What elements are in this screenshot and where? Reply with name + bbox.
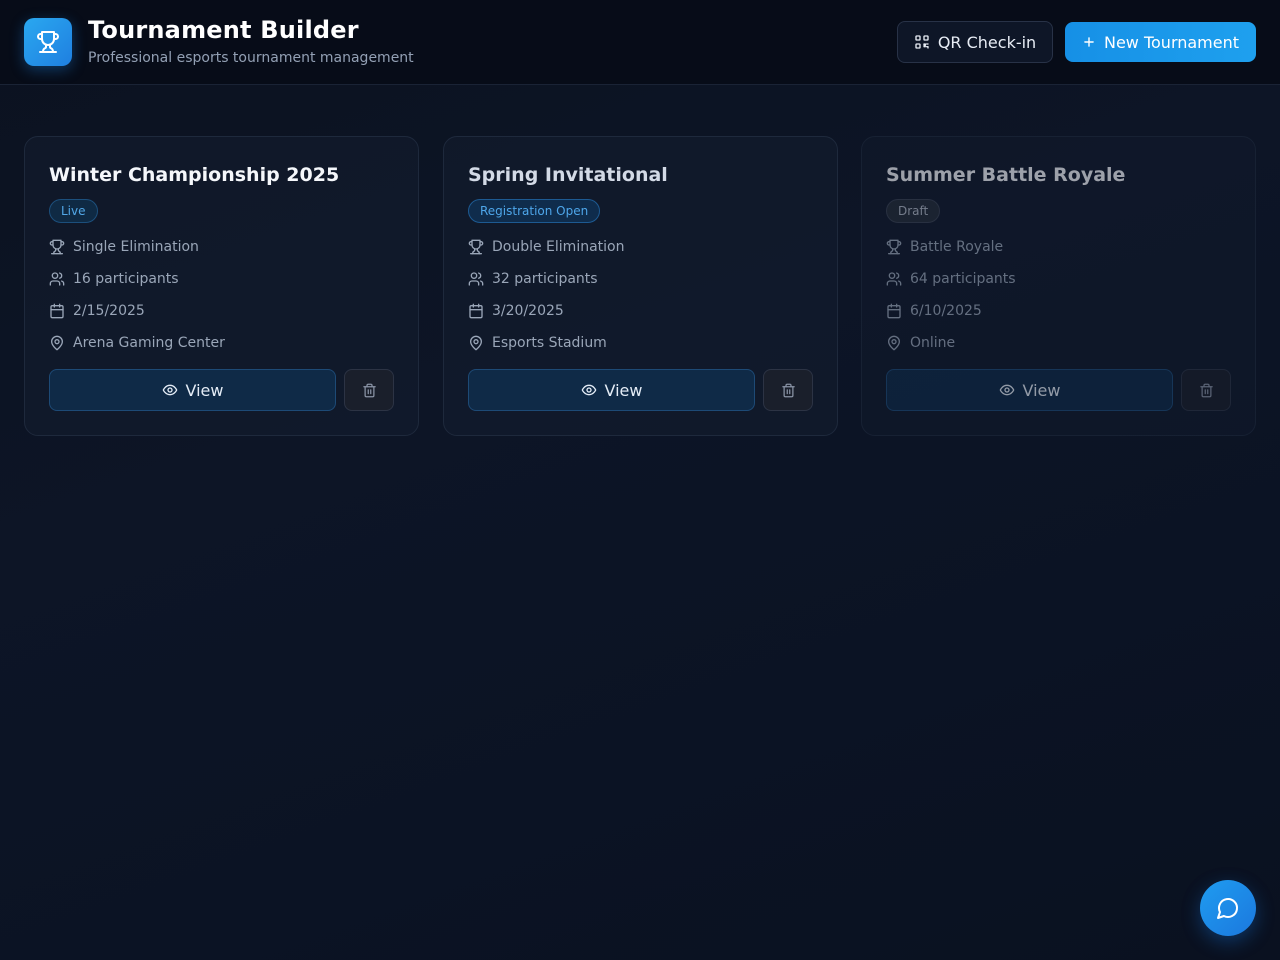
calendar-icon — [887, 303, 901, 319]
tournament-format: Double Elimination — [468, 239, 624, 255]
tournament-participants: 64 participants — [886, 271, 1016, 287]
eye-icon — [999, 384, 1014, 396]
tournament-title: Winter Championship 2025 — [49, 164, 340, 186]
qr-code-icon — [915, 35, 929, 49]
view-label: View — [185, 380, 224, 400]
map-pin-icon — [470, 335, 482, 351]
format-label: Double Elimination — [492, 239, 625, 255]
location-label: Esports Stadium — [492, 335, 607, 351]
tournament-card-summer[interactable]: Summer Battle Royale Draft Battle Royale… — [861, 136, 1256, 436]
users-icon — [886, 272, 902, 286]
app-subtitle: Professional esports tournament manageme… — [88, 50, 414, 66]
chat-button[interactable] — [1200, 880, 1256, 936]
tournament-card-winter[interactable]: Winter Championship 2025 Live Single Eli… — [24, 136, 419, 436]
trash-icon — [1199, 383, 1213, 397]
eye-icon — [581, 384, 596, 396]
view-button[interactable]: View — [886, 369, 1173, 411]
app-header: Tournament Builder Professional esports … — [0, 0, 1280, 85]
tournament-date: 3/20/2025 — [468, 303, 564, 319]
tournament-location: Arena Gaming Center — [49, 335, 225, 351]
status-badge: Registration Open — [468, 199, 601, 223]
tournament-participants: 32 participants — [468, 271, 598, 287]
app-title: Tournament Builder — [88, 16, 359, 44]
tournament-location: Esports Stadium — [468, 335, 607, 351]
tournament-format: Battle Royale — [886, 239, 1003, 255]
tournament-participants: 16 participants — [49, 271, 179, 287]
date-label: 6/10/2025 — [910, 303, 982, 319]
tournament-date: 6/10/2025 — [886, 303, 982, 319]
trophy-icon — [49, 239, 65, 255]
format-label: Single Elimination — [73, 239, 199, 255]
trophy-icon — [468, 239, 484, 255]
map-pin-icon — [888, 335, 900, 351]
map-pin-icon — [51, 335, 63, 351]
format-label: Battle Royale — [910, 239, 1004, 255]
trophy-icon — [886, 239, 902, 255]
location-label: Online — [910, 335, 956, 351]
chat-bubble-icon — [1217, 898, 1238, 919]
participants-label: 32 participants — [492, 271, 598, 287]
trash-icon — [362, 383, 376, 397]
tournament-format: Single Elimination — [49, 239, 199, 255]
users-icon — [49, 272, 65, 286]
trophy-icon — [37, 31, 59, 53]
users-icon — [468, 272, 484, 286]
trash-icon — [781, 383, 795, 397]
status-badge: Live — [49, 199, 98, 223]
tournament-location: Online — [886, 335, 955, 351]
view-label: View — [604, 380, 643, 400]
calendar-icon — [50, 303, 64, 319]
qr-checkin-button[interactable]: QR Check-in — [897, 21, 1053, 63]
eye-icon — [162, 384, 177, 396]
tournament-title: Spring Invitational — [468, 164, 668, 186]
participants-label: 64 participants — [910, 271, 1016, 287]
date-label: 2/15/2025 — [73, 303, 145, 319]
date-label: 3/20/2025 — [492, 303, 564, 319]
status-badge: Draft — [886, 199, 941, 223]
tournament-date: 2/15/2025 — [49, 303, 145, 319]
location-label: Arena Gaming Center — [73, 335, 225, 351]
new-tournament-button[interactable]: New Tournament — [1065, 22, 1256, 62]
tournament-title: Summer Battle Royale — [886, 164, 1126, 186]
view-button[interactable]: View — [468, 369, 755, 411]
plus-icon — [1084, 37, 1094, 47]
delete-button[interactable] — [763, 369, 813, 411]
tournament-card-spring[interactable]: Spring Invitational Registration Open Do… — [443, 136, 838, 436]
view-button[interactable]: View — [49, 369, 336, 411]
view-label: View — [1022, 380, 1061, 400]
delete-button[interactable] — [344, 369, 394, 411]
app-logo — [24, 18, 72, 66]
new-tournament-label: New Tournament — [1103, 32, 1240, 52]
qr-checkin-label: QR Check-in — [937, 32, 1037, 52]
delete-button[interactable] — [1181, 369, 1231, 411]
participants-label: 16 participants — [73, 271, 179, 287]
calendar-icon — [469, 303, 483, 319]
